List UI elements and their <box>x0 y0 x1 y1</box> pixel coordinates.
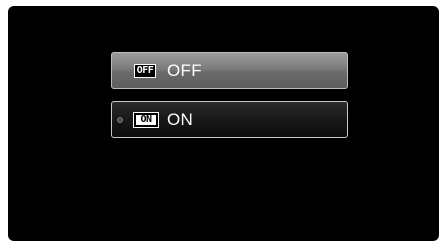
on-option-label: ON <box>167 109 194 129</box>
off-badge-icon: OFF <box>134 64 156 78</box>
selected-indicator-icon <box>117 117 123 123</box>
off-option-button[interactable]: OFF OFF <box>111 52 348 89</box>
on-option-button[interactable]: ON ON <box>111 101 348 138</box>
off-option-label: OFF <box>167 60 202 80</box>
on-badge-icon: ON <box>133 112 159 128</box>
camera-menu-screen: OFF OFF ON ON <box>8 6 439 241</box>
